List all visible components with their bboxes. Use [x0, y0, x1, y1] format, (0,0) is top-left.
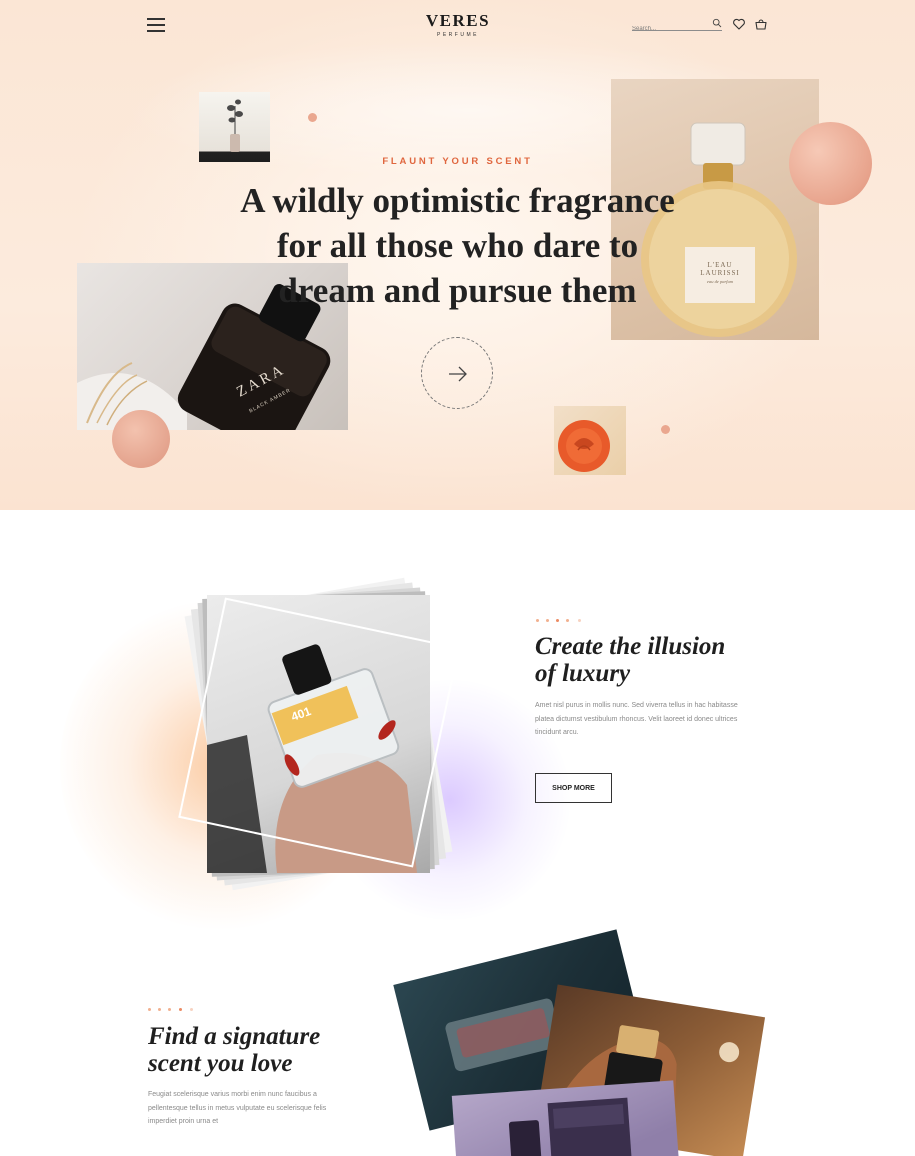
vase-photo — [199, 92, 270, 162]
hero-headline: A wildly optimistic fragrance for all th… — [200, 178, 715, 313]
decor-dot — [308, 113, 317, 122]
arrow-right-icon — [449, 366, 467, 382]
headline-l3a: dream and pursue — [278, 271, 552, 310]
feature-signature-title-l1: Find a signature — [148, 1023, 321, 1050]
rose-photo — [554, 406, 626, 475]
feature-signature-title: Find a signature scent you love — [148, 1023, 388, 1077]
shop-more-button[interactable]: SHOP MORE — [535, 773, 612, 803]
hero-section: VERES PERFUME Search... ZARA BLACK AMBER… — [0, 0, 915, 510]
headline-l2: for all those who dare to — [276, 226, 639, 265]
feature-luxury-title-l2: of luxury — [535, 660, 631, 687]
hero-cta-button[interactable] — [421, 337, 493, 409]
headline-l1b: optimistic fragrance — [372, 181, 675, 220]
search-bar — [632, 17, 722, 35]
headline-l3b: them — [552, 271, 637, 310]
logo-subtitle: PERFUME — [437, 32, 479, 38]
feature-luxury-title-l1: Create the illusion — [535, 633, 726, 660]
heart-icon[interactable] — [732, 17, 746, 31]
decor-dot — [661, 425, 670, 434]
feature-luxury-text: Amet nisl purus in mollis nunc. Sed vive… — [535, 702, 738, 736]
decor-dots — [148, 1008, 198, 1012]
headline-l1a: A wildly — [240, 181, 373, 220]
decor-orb-left — [112, 410, 170, 468]
decor-dots — [536, 619, 586, 623]
search-icon[interactable] — [712, 18, 722, 28]
basket-icon[interactable] — [754, 17, 768, 31]
logo-brand: VERES — [425, 11, 491, 30]
decor-orb-large — [789, 122, 872, 205]
search-input[interactable] — [632, 23, 708, 35]
feature-signature-title-l2: scent you love — [148, 1050, 293, 1077]
feature-signature-text: Feugiat scelerisque varius morbi enim nu… — [148, 1091, 327, 1125]
feature-luxury-title: Create the illusion of luxury — [535, 633, 775, 687]
menu-icon[interactable] — [147, 18, 165, 32]
hero-tagline: FLAUNT YOUR SCENT — [382, 156, 533, 167]
vase-illustration — [227, 99, 243, 152]
logo[interactable]: VERES PERFUME — [400, 11, 516, 38]
rose-illustration — [558, 420, 610, 472]
